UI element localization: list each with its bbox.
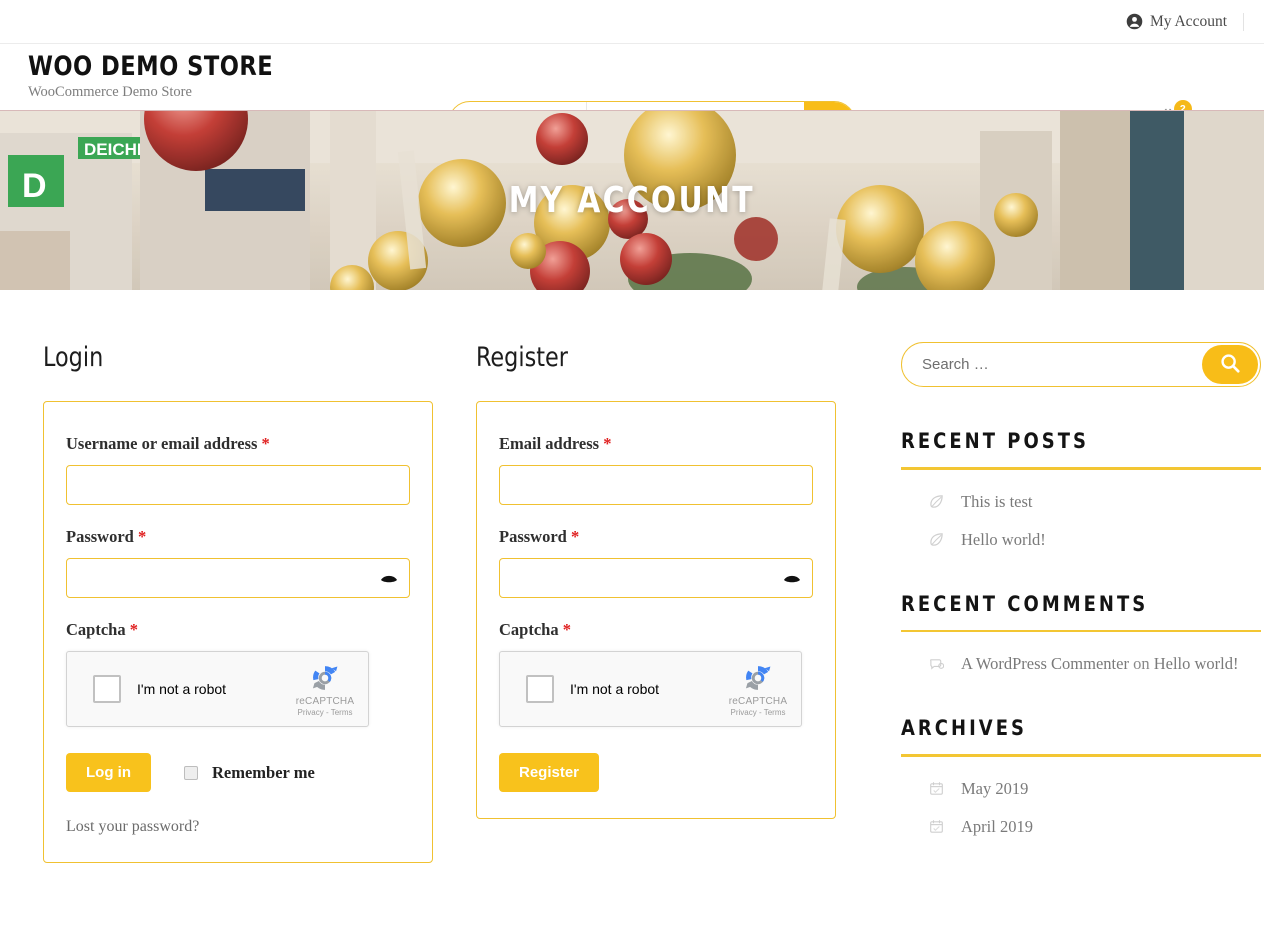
my-account-link[interactable]: My Account bbox=[1126, 12, 1244, 31]
register-heading: Register bbox=[476, 342, 568, 373]
required-asterisk: * bbox=[562, 620, 571, 639]
login-heading: Login bbox=[43, 342, 104, 373]
comment-author[interactable]: A WordPress Commenter bbox=[961, 654, 1129, 673]
recaptcha-brand-label: reCAPTCHA bbox=[728, 696, 788, 707]
recaptcha-checkbox-label: I'm not a robot bbox=[137, 681, 227, 697]
register-button[interactable]: Register bbox=[499, 753, 600, 792]
recaptcha-branding: reCAPTCHA Privacy - Terms bbox=[723, 661, 801, 717]
required-asterisk: * bbox=[570, 527, 580, 546]
recaptcha-terms-label[interactable]: Privacy - Terms bbox=[290, 708, 360, 717]
widget-title-recent-posts: RECENT POSTS bbox=[901, 429, 1090, 453]
top-utility-bar: My Account bbox=[0, 0, 1264, 44]
register-password-input[interactable] bbox=[499, 558, 813, 598]
comment-icon bbox=[929, 657, 945, 672]
recent-comments-list: A WordPress Commenter on Hello world! bbox=[901, 632, 1261, 674]
list-item[interactable]: Hello world! bbox=[901, 530, 1261, 550]
email-label: Email address * bbox=[499, 434, 612, 453]
site-title: WOO DEMO STORE bbox=[28, 50, 274, 82]
search-icon bbox=[1219, 352, 1241, 377]
recaptcha-checkbox[interactable] bbox=[526, 675, 554, 703]
archive-link[interactable]: April 2019 bbox=[961, 817, 1033, 837]
login-actions-row: Log in Remember me bbox=[66, 753, 410, 792]
required-asterisk: * bbox=[129, 620, 138, 639]
required-asterisk: * bbox=[261, 434, 270, 453]
calendar-icon bbox=[929, 819, 944, 834]
leaf-icon bbox=[929, 494, 944, 509]
archive-link[interactable]: May 2019 bbox=[961, 779, 1028, 799]
list-item[interactable]: This is test bbox=[901, 492, 1261, 512]
username-label: Username or email address * bbox=[66, 434, 270, 453]
recaptcha-brand-label: reCAPTCHA bbox=[295, 696, 355, 707]
login-password-wrapper bbox=[66, 558, 410, 598]
register-password-wrapper bbox=[499, 558, 813, 598]
my-account-label: My Account bbox=[1149, 12, 1227, 30]
login-column: Login Username or email address * Passwo… bbox=[43, 342, 433, 863]
page-hero-banner: D DEICHM MY ACCOUNT bbox=[0, 110, 1264, 290]
email-input[interactable] bbox=[499, 465, 813, 505]
login-password-label: Password * bbox=[66, 527, 147, 546]
login-password-input[interactable] bbox=[66, 558, 410, 598]
widget-title-archives: ARCHIVES bbox=[901, 716, 1027, 740]
calendar-icon bbox=[929, 781, 944, 796]
recent-post-link[interactable]: Hello world! bbox=[961, 530, 1046, 550]
register-form: Email address * Password * Captcha * I'm… bbox=[476, 401, 836, 819]
recaptcha-checkbox-label: I'm not a robot bbox=[570, 681, 660, 697]
eye-icon[interactable] bbox=[380, 572, 398, 584]
recent-comment-entry[interactable]: A WordPress Commenter on Hello world! bbox=[961, 654, 1238, 674]
sidebar-search-form bbox=[901, 342, 1261, 387]
register-column: Register Email address * Password * Capt… bbox=[476, 342, 836, 863]
recent-posts-list: This is test Hello world! bbox=[901, 470, 1261, 550]
widget-archives: ARCHIVES May 2019 April 2019 bbox=[901, 716, 1261, 837]
lost-password-link[interactable]: Lost your password? bbox=[66, 818, 410, 836]
brand-block[interactable]: WOO DEMO STORE WooCommerce Demo Store bbox=[28, 50, 448, 101]
remember-me-label: Remember me bbox=[212, 762, 315, 782]
login-recaptcha-widget: I'm not a robot reCAPTCHA Privacy - Term… bbox=[66, 651, 369, 727]
site-tagline: WooCommerce Demo Store bbox=[28, 84, 192, 101]
recent-post-link[interactable]: This is test bbox=[961, 492, 1033, 512]
recaptcha-branding: reCAPTCHA Privacy - Terms bbox=[290, 661, 368, 717]
widget-title-recent-comments: RECENT COMMENTS bbox=[901, 591, 1149, 616]
site-header: WOO DEMO STORE WooCommerce Demo Store Al… bbox=[0, 44, 1264, 145]
sidebar: RECENT POSTS This is test bbox=[901, 342, 1261, 863]
required-asterisk: * bbox=[137, 527, 147, 546]
widget-recent-posts: RECENT POSTS This is test Hello world! bbox=[901, 429, 1261, 550]
list-item[interactable]: May 2019 bbox=[901, 779, 1261, 799]
username-input[interactable] bbox=[66, 465, 410, 505]
login-form: Username or email address * Password * C… bbox=[43, 401, 433, 863]
login-button[interactable]: Log in bbox=[66, 753, 151, 792]
remember-me-checkbox[interactable] bbox=[184, 765, 198, 780]
comment-connector: on bbox=[1133, 654, 1150, 673]
eye-icon[interactable] bbox=[783, 572, 801, 584]
user-circle-icon bbox=[1126, 13, 1143, 30]
recaptcha-checkbox[interactable] bbox=[93, 675, 121, 703]
recaptcha-icon bbox=[290, 661, 360, 695]
recaptcha-terms-label[interactable]: Privacy - Terms bbox=[723, 708, 793, 717]
widget-recent-comments: RECENT COMMENTS A WordPress Commenter on… bbox=[901, 592, 1261, 675]
recaptcha-icon bbox=[723, 661, 793, 695]
register-password-label: Password * bbox=[499, 527, 580, 546]
page-title: MY ACCOUNT bbox=[508, 180, 756, 221]
list-item[interactable]: A WordPress Commenter on Hello world! bbox=[901, 654, 1261, 674]
sidebar-search-button[interactable] bbox=[1202, 345, 1258, 384]
register-actions-row: Register bbox=[499, 753, 813, 792]
leaf-icon bbox=[929, 532, 944, 547]
archives-list: May 2019 April 2019 bbox=[901, 757, 1261, 837]
register-recaptcha-widget: I'm not a robot reCAPTCHA Privacy - Term… bbox=[499, 651, 802, 727]
login-captcha-label: Captcha * bbox=[66, 620, 138, 639]
required-asterisk: * bbox=[603, 434, 612, 453]
comment-post-link[interactable]: Hello world! bbox=[1154, 654, 1239, 673]
register-captcha-label: Captcha * bbox=[499, 620, 571, 639]
list-item[interactable]: April 2019 bbox=[901, 817, 1261, 837]
main-content: Login Username or email address * Passwo… bbox=[0, 290, 1264, 863]
